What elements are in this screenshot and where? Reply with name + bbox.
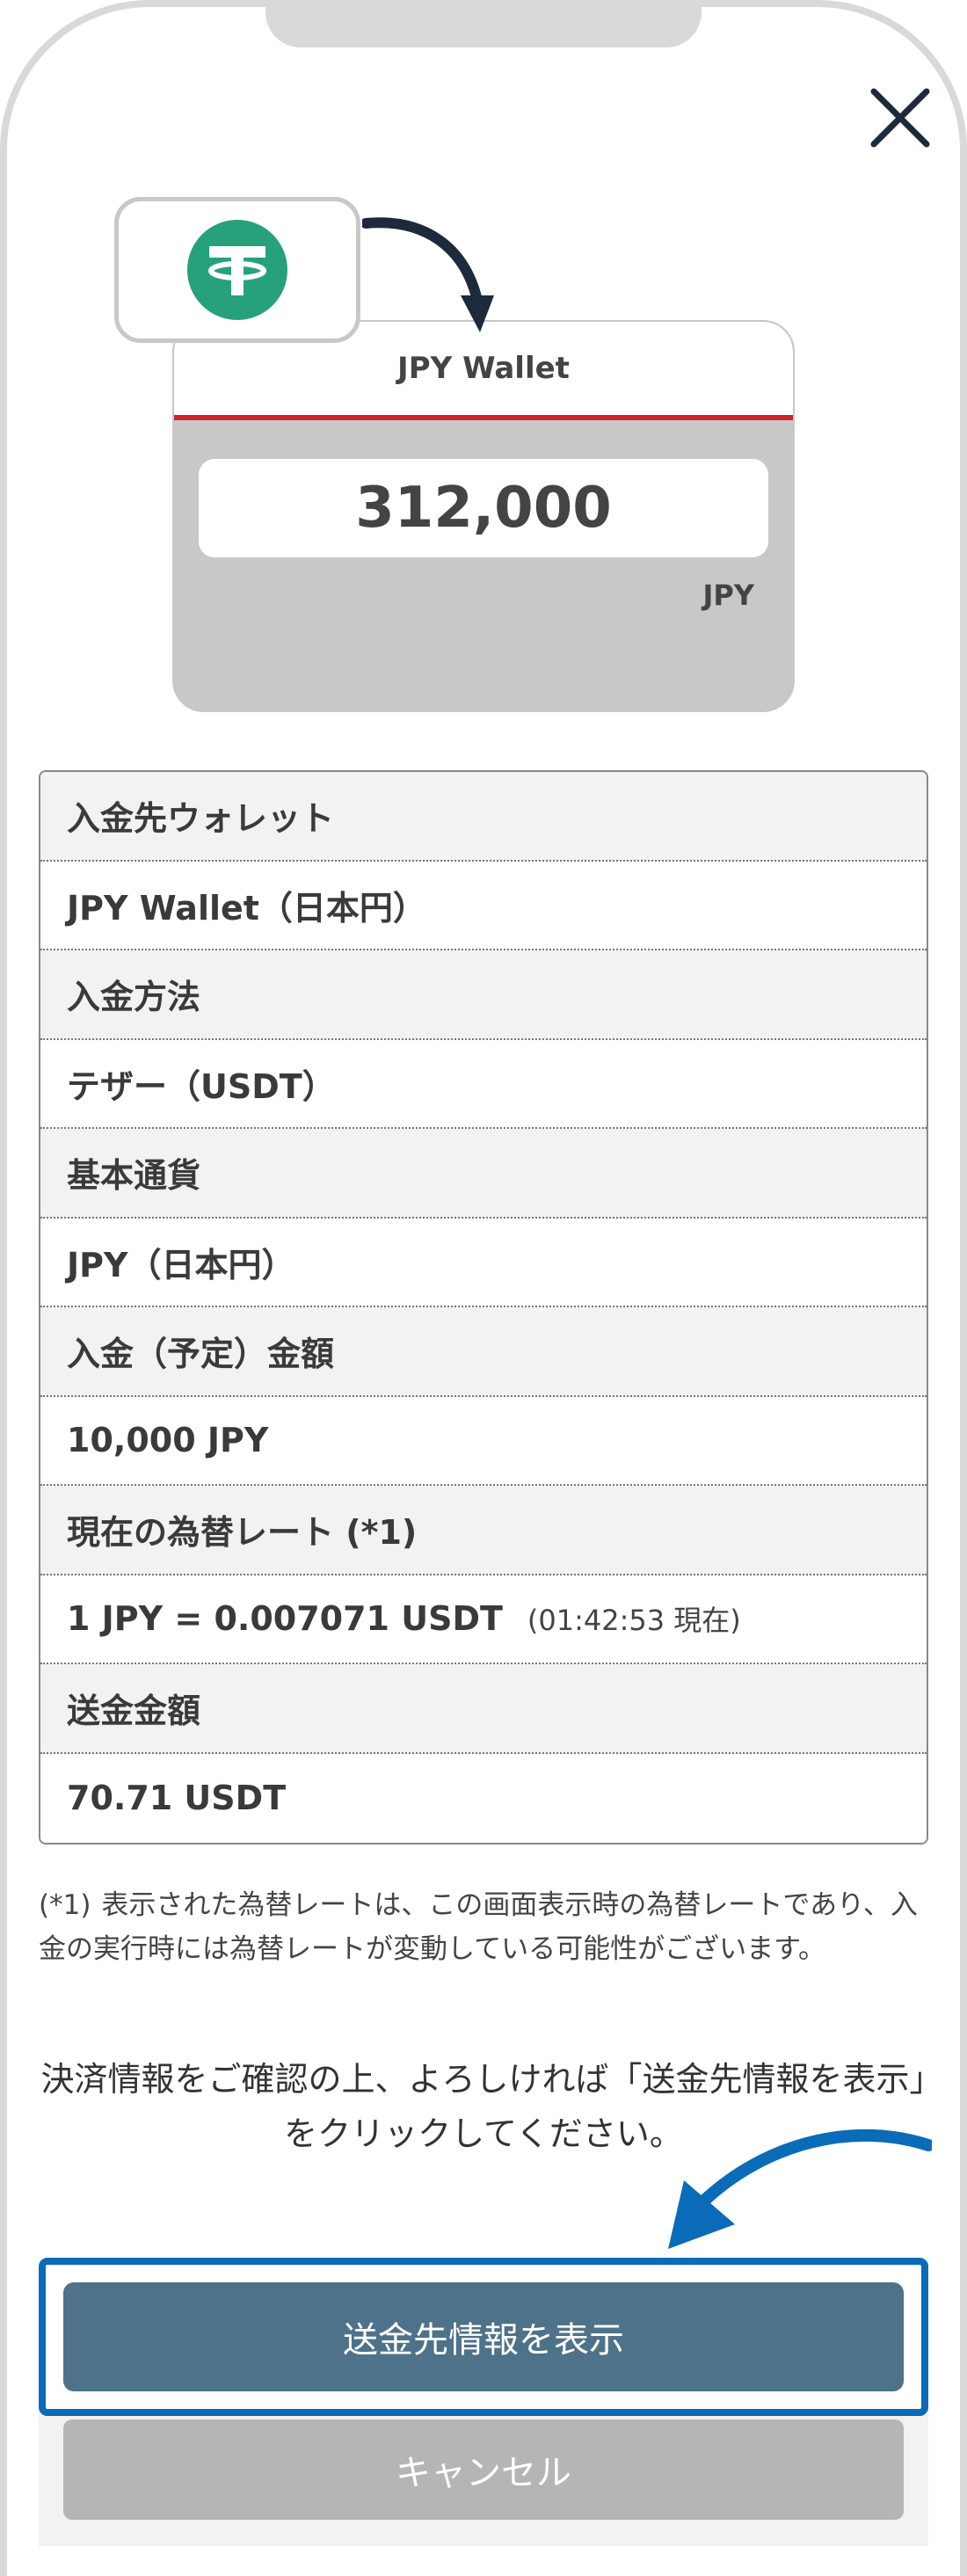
wallet-balance: 312,000 xyxy=(199,459,768,557)
detail-value-method: テザー（USDT） xyxy=(40,1039,927,1129)
detail-label-send-amount: 送金金額 xyxy=(40,1664,927,1754)
wallet-currency: JPY xyxy=(702,579,754,612)
detail-label-method: 入金方法 xyxy=(40,950,927,1040)
exchange-rate-note: (*1) 表示された為替レートは、この画面表示時の為替レートであり、入金の実行時に… xyxy=(39,1883,932,1971)
detail-label-deposit-amount: 入金（予定）金額 xyxy=(40,1307,927,1397)
device-notch xyxy=(265,0,702,47)
wallet-card: JPY Wallet 312,000 JPY xyxy=(172,320,795,712)
exchange-rate-value: 1 JPY = 0.007071 USDT xyxy=(67,1599,503,1639)
detail-label-base-currency: 基本通貨 xyxy=(40,1129,927,1219)
show-recipient-info-button[interactable]: 送金先情報を表示 xyxy=(63,2282,904,2391)
exchange-rate-timestamp: (01:42:53 現在) xyxy=(527,1604,741,1638)
payment-details-table: 入金先ウォレット JPY Wallet（日本円） 入金方法 テザー（USDT） … xyxy=(39,770,928,1845)
coin-box xyxy=(114,197,360,343)
detail-value-send-amount: 70.71 USDT xyxy=(40,1753,927,1843)
close-button[interactable] xyxy=(865,83,935,153)
detail-value-deposit-amount: 10,000 JPY xyxy=(40,1396,927,1486)
detail-label-exchange-rate: 現在の為替レート (*1) xyxy=(40,1486,927,1575)
cancel-button[interactable]: キャンセル xyxy=(63,2420,904,2520)
curved-arrow-icon xyxy=(362,217,494,332)
tether-icon xyxy=(187,220,287,320)
detail-label-wallet: 入金先ウォレット xyxy=(40,772,927,862)
close-icon xyxy=(870,88,930,148)
detail-value-base-currency: JPY（日本円） xyxy=(40,1218,927,1307)
detail-value-exchange-rate: 1 JPY = 0.007071 USDT (01:42:53 現在) xyxy=(40,1575,927,1664)
pointer-arrow-icon xyxy=(668,2128,932,2249)
note-mark: (*1) xyxy=(39,1889,91,1921)
note-text: 表示された為替レートは、この画面表示時の為替レートであり、入金の実行時には為替レ… xyxy=(39,1889,918,1965)
detail-value-wallet: JPY Wallet（日本円） xyxy=(40,861,927,950)
